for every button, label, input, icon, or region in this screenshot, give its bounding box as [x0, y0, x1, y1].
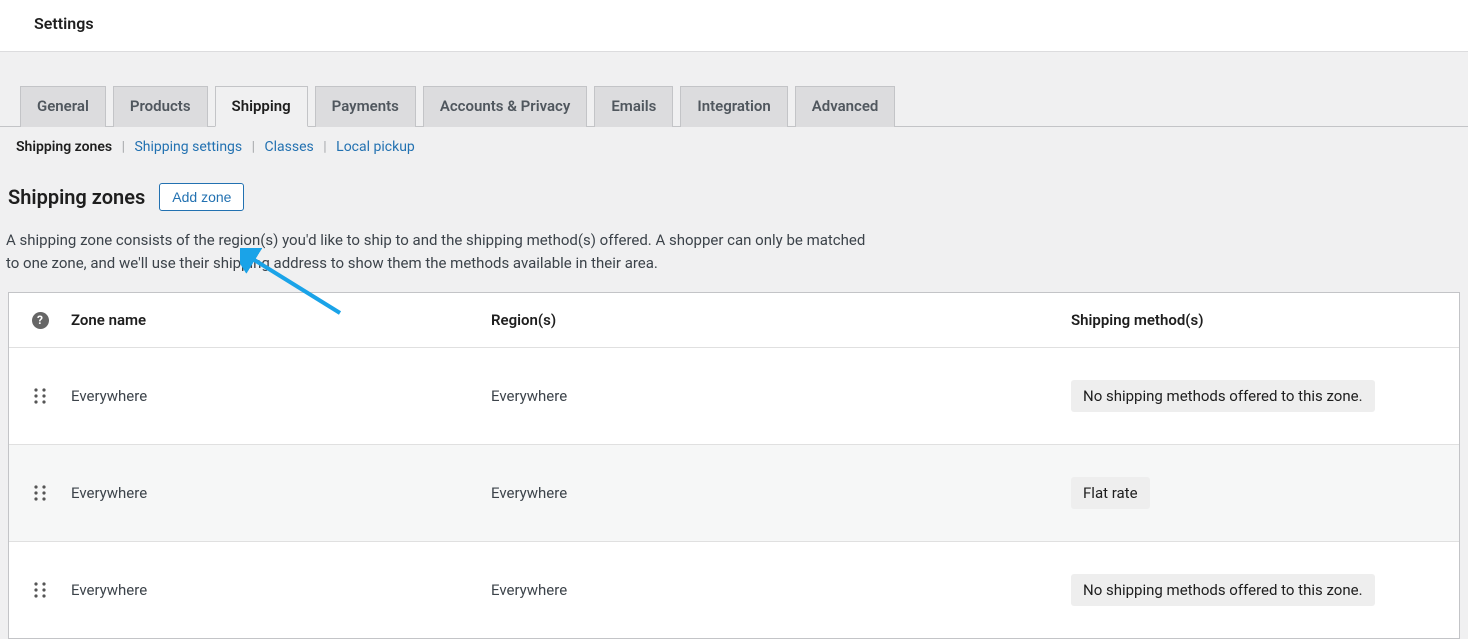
section-heading: Shipping zones — [8, 185, 145, 209]
tab-accounts-privacy[interactable]: Accounts & Privacy — [423, 86, 588, 127]
tab-advanced[interactable]: Advanced — [795, 86, 896, 127]
shipping-subnav: Shipping zones | Shipping settings | Cla… — [0, 127, 1468, 155]
tab-emails[interactable]: Emails — [594, 86, 673, 127]
tab-general[interactable]: General — [20, 86, 106, 127]
tab-payments[interactable]: Payments — [315, 86, 416, 127]
zone-region: Everywhere — [491, 387, 1071, 405]
tab-integration[interactable]: Integration — [680, 86, 787, 127]
tab-shipping[interactable]: Shipping — [215, 86, 308, 127]
tab-products[interactable]: Products — [113, 86, 208, 127]
section-description: A shipping zone consists of the region(s… — [0, 211, 880, 274]
subnav-shipping-zones[interactable]: Shipping zones — [10, 139, 118, 155]
drag-handle-icon[interactable] — [33, 581, 47, 599]
drag-handle-icon[interactable] — [33, 484, 47, 502]
table-row[interactable]: Everywhere Everywhere Flat rate — [9, 445, 1459, 542]
drag-handle-icon[interactable] — [33, 387, 47, 405]
column-shipping-methods: Shipping method(s) — [1071, 311, 1459, 329]
add-zone-button[interactable]: Add zone — [159, 183, 244, 211]
subnav-separator: | — [252, 139, 255, 155]
table-row[interactable]: Everywhere Everywhere No shipping method… — [9, 348, 1459, 445]
zones-table: ? Zone name Region(s) Shipping method(s)… — [8, 292, 1460, 639]
subnav-separator: | — [323, 139, 326, 155]
page-title: Settings — [0, 0, 1468, 51]
zone-region: Everywhere — [491, 484, 1071, 502]
column-regions: Region(s) — [491, 311, 1071, 329]
settings-tabs: General Products Shipping Payments Accou… — [0, 52, 1468, 127]
shipping-method-badge: Flat rate — [1071, 477, 1150, 509]
subnav-classes[interactable]: Classes — [259, 139, 320, 155]
shipping-method-badge: No shipping methods offered to this zone… — [1071, 380, 1375, 412]
subnav-shipping-settings[interactable]: Shipping settings — [128, 139, 248, 155]
zone-name: Everywhere — [71, 484, 491, 502]
table-row[interactable]: Everywhere Everywhere No shipping method… — [9, 542, 1459, 638]
zones-table-header: ? Zone name Region(s) Shipping method(s) — [9, 293, 1459, 348]
zone-name: Everywhere — [71, 581, 491, 599]
shipping-method-badge: No shipping methods offered to this zone… — [1071, 574, 1375, 606]
zone-name: Everywhere — [71, 387, 491, 405]
subnav-separator: | — [122, 139, 125, 155]
subnav-local-pickup[interactable]: Local pickup — [330, 139, 421, 155]
column-zone-name: Zone name — [71, 311, 491, 329]
heading-row: Shipping zones Add zone — [0, 155, 1468, 211]
page-body: General Products Shipping Payments Accou… — [0, 51, 1468, 639]
zone-region: Everywhere — [491, 581, 1071, 599]
help-icon[interactable]: ? — [32, 312, 49, 329]
